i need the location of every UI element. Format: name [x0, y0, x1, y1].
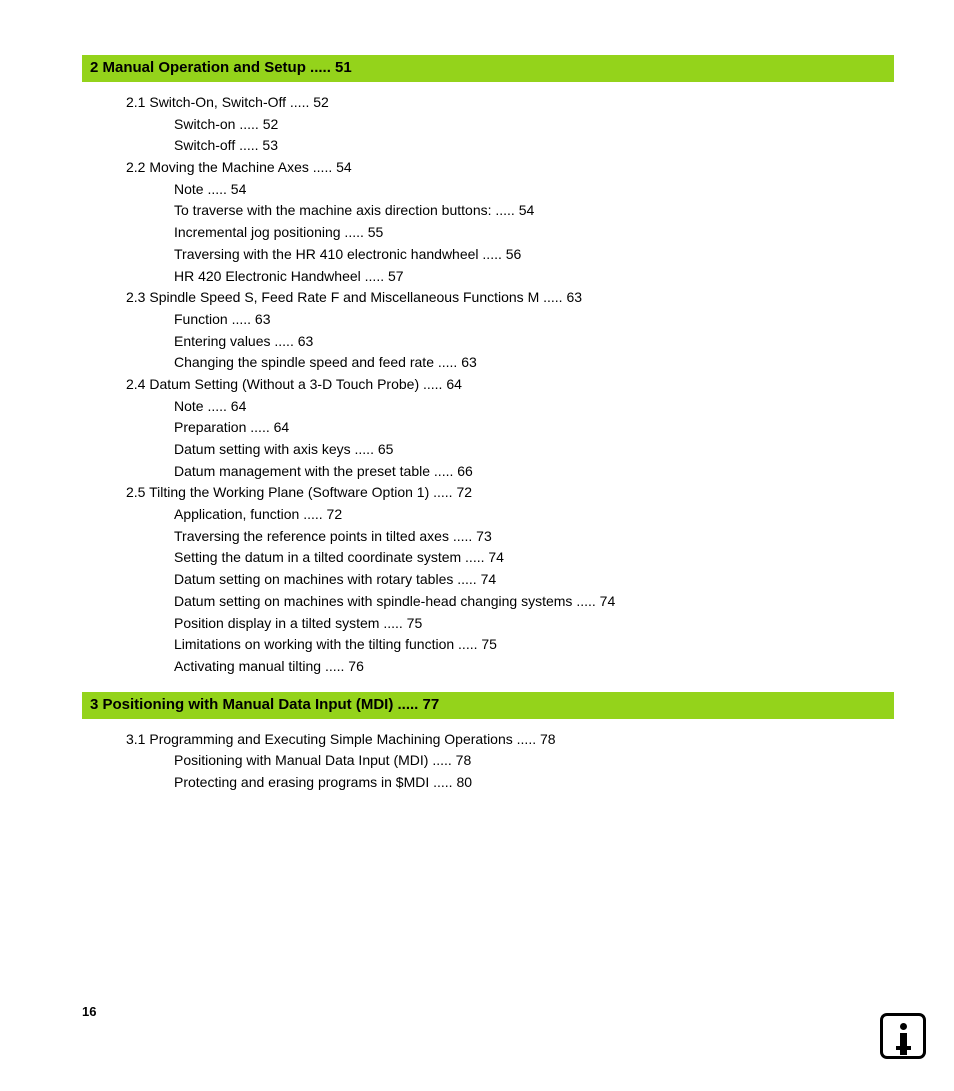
- toc-sub: Switch-on ..... 52: [174, 114, 894, 136]
- chapter-heading: 2 Manual Operation and Setup ..... 51: [82, 55, 894, 82]
- toc-sub: To traverse with the machine axis direct…: [174, 200, 894, 222]
- toc-sub: Position display in a tilted system ....…: [174, 613, 894, 635]
- toc-sub: Switch-off ..... 53: [174, 135, 894, 157]
- toc-section: 2.3 Spindle Speed S, Feed Rate F and Mis…: [126, 287, 894, 309]
- toc-sub: Datum setting on machines with spindle-h…: [174, 591, 894, 613]
- toc-sub: Function ..... 63: [174, 309, 894, 331]
- toc-section: 3.1 Programming and Executing Simple Mac…: [126, 729, 894, 751]
- chapter-heading-text: 2 Manual Operation and Setup ..... 51: [90, 59, 352, 76]
- toc-sub: Note ..... 54: [174, 179, 894, 201]
- toc-sub: Incremental jog positioning ..... 55: [174, 222, 894, 244]
- toc-sub: Positioning with Manual Data Input (MDI)…: [174, 750, 894, 772]
- toc-sub: Traversing with the HR 410 electronic ha…: [174, 244, 894, 266]
- toc-sub: Preparation ..... 64: [174, 417, 894, 439]
- toc-sub: Limitations on working with the tilting …: [174, 634, 894, 656]
- toc-sub: Entering values ..... 63: [174, 331, 894, 353]
- toc-section: 2.2 Moving the Machine Axes ..... 54: [126, 157, 894, 179]
- toc-sub: Setting the datum in a tilted coordinate…: [174, 547, 894, 569]
- toc-sub: HR 420 Electronic Handwheel ..... 57: [174, 266, 894, 288]
- chapter-entries: 2.1 Switch-On, Switch-Off ..... 52 Switc…: [82, 92, 894, 678]
- chapter-entries: 3.1 Programming and Executing Simple Mac…: [82, 729, 894, 794]
- toc-sub: Note ..... 64: [174, 396, 894, 418]
- toc-section: 2.5 Tilting the Working Plane (Software …: [126, 482, 894, 504]
- info-icon: [880, 1013, 926, 1059]
- toc-page: 2 Manual Operation and Setup ..... 51 2.…: [0, 0, 954, 794]
- toc-sub: Datum management with the preset table .…: [174, 461, 894, 483]
- toc-sub: Changing the spindle speed and feed rate…: [174, 352, 894, 374]
- toc-section: 2.4 Datum Setting (Without a 3-D Touch P…: [126, 374, 894, 396]
- toc-sub: Traversing the reference points in tilte…: [174, 526, 894, 548]
- chapter-heading-text: 3 Positioning with Manual Data Input (MD…: [90, 696, 439, 713]
- toc-sub: Datum setting on machines with rotary ta…: [174, 569, 894, 591]
- toc-sub: Activating manual tilting ..... 76: [174, 656, 894, 678]
- toc-section: 2.1 Switch-On, Switch-Off ..... 52: [126, 92, 894, 114]
- page-number: 16: [82, 1004, 96, 1019]
- chapter-heading: 3 Positioning with Manual Data Input (MD…: [82, 692, 894, 719]
- toc-sub: Datum setting with axis keys ..... 65: [174, 439, 894, 461]
- toc-sub: Protecting and erasing programs in $MDI …: [174, 772, 894, 794]
- toc-sub: Application, function ..... 72: [174, 504, 894, 526]
